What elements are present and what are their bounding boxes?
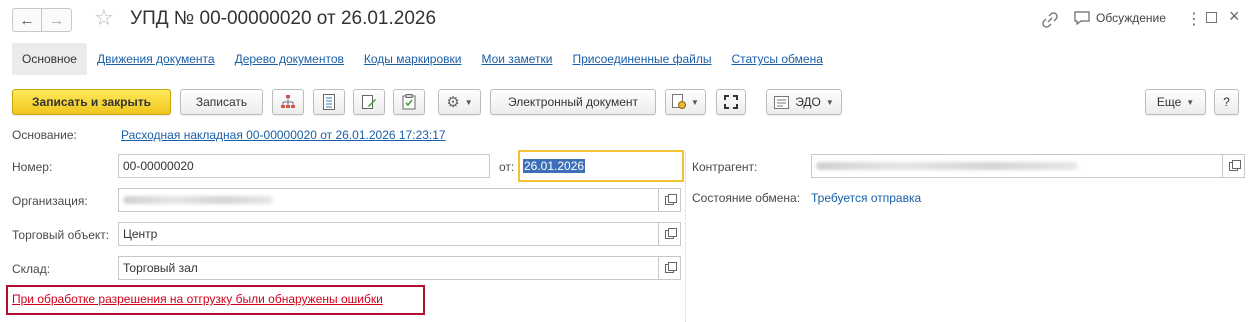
close-icon[interactable]: × <box>1229 6 1240 27</box>
save-and-close-button[interactable]: Записать и закрыть <box>12 89 171 115</box>
discussion-button[interactable]: Обсуждение <box>1074 11 1166 25</box>
open-counterparty-button[interactable] <box>1223 154 1245 178</box>
edo-label: ЭДО <box>795 95 821 109</box>
warehouse-field[interactable]: Торговый зал <box>118 256 659 280</box>
fullscreen-icon <box>724 95 738 109</box>
tab-document-movements[interactable]: Движения документа <box>87 43 225 75</box>
open-icon <box>665 193 677 205</box>
trade-object-field[interactable]: Центр <box>118 222 659 246</box>
document-list-icon <box>323 94 335 110</box>
trade-object-label: Торговый объект: <box>12 228 110 242</box>
column-divider <box>685 152 686 322</box>
basis-label: Основание: <box>12 128 77 142</box>
print-menu-button[interactable]: ▼ <box>665 89 706 115</box>
gear-icon: ⚙ <box>446 94 460 111</box>
clipboard-check-icon <box>402 94 416 110</box>
organization-field[interactable] <box>118 188 659 212</box>
sign-document-icon <box>362 95 376 109</box>
page-title: УПД № 00-00000020 от 26.01.2026 <box>130 8 437 29</box>
tab-marking-codes[interactable]: Коды маркировки <box>354 43 472 75</box>
fullscreen-button[interactable] <box>716 89 746 115</box>
edo-menu-button[interactable]: ЭДО ▼ <box>766 89 842 115</box>
tab-my-notes[interactable]: Мои заметки <box>471 43 562 75</box>
title-bar: ← → ☆ УПД № 00-00000020 от 26.01.2026 Об… <box>0 0 1252 40</box>
tab-attached-files[interactable]: Присоединенные файлы <box>562 43 721 75</box>
settings-menu-button[interactable]: ⚙ ▼ <box>438 89 481 115</box>
arrow-left-icon: ← <box>19 11 35 29</box>
number-label: Номер: <box>12 160 53 174</box>
sign-button[interactable] <box>353 89 385 115</box>
redacted-value <box>123 196 273 204</box>
basis-link[interactable]: Расходная накладная 00-00000020 от 26.01… <box>121 128 446 142</box>
open-warehouse-button[interactable] <box>659 256 681 280</box>
arrow-right-icon: → <box>49 11 64 29</box>
warehouse-label: Склад: <box>12 262 51 276</box>
tab-exchange-statuses[interactable]: Статусы обмена <box>721 43 832 75</box>
exchange-icon <box>774 95 790 109</box>
discussion-label: Обсуждение <box>1096 11 1166 25</box>
exchange-state-link[interactable]: Требуется отправка <box>811 191 921 205</box>
maximize-icon[interactable] <box>1206 12 1217 23</box>
electronic-document-button[interactable]: Электронный документ <box>490 89 656 115</box>
redacted-value <box>816 162 1078 170</box>
save-button[interactable]: Записать <box>180 89 263 115</box>
chevron-down-icon: ▼ <box>464 97 473 107</box>
more-label: Еще <box>1156 95 1182 109</box>
help-button[interactable]: ? <box>1214 89 1239 115</box>
form-tabs: Основное Движения документа Дерево докум… <box>12 43 833 75</box>
counterparty-label: Контрагент: <box>692 160 758 174</box>
document-gear-icon <box>672 94 687 109</box>
open-icon <box>665 261 677 273</box>
open-icon <box>665 227 677 239</box>
organization-label: Организация: <box>12 194 88 208</box>
star-icon[interactable]: ☆ <box>94 7 114 29</box>
chevron-down-icon: ▼ <box>691 97 699 107</box>
exchange-state-label: Состояние обмена: <box>692 191 801 205</box>
tab-document-tree[interactable]: Дерево документов <box>225 43 354 75</box>
hierarchy-icon <box>281 95 295 108</box>
chat-icon <box>1074 11 1090 25</box>
date-label: от: <box>499 160 515 174</box>
date-value: 26.01.2026 <box>523 159 586 173</box>
number-field[interactable]: 00-00000020 <box>118 154 490 178</box>
open-trade-object-button[interactable] <box>659 222 681 246</box>
shipment-error-link[interactable]: При обработке разрешения на отгрузку был… <box>12 292 383 306</box>
structure-button[interactable] <box>272 89 304 115</box>
open-icon <box>1229 159 1241 171</box>
date-field[interactable]: 26.01.2026 <box>518 150 684 182</box>
counterparty-field[interactable] <box>811 154 1223 178</box>
open-organization-button[interactable] <box>659 188 681 212</box>
more-menu-button[interactable]: Еще ▼ <box>1145 89 1206 115</box>
link-icon[interactable] <box>1040 10 1060 30</box>
forward-button[interactable]: → <box>42 8 72 32</box>
chevron-down-icon: ▼ <box>1186 97 1195 107</box>
tab-main[interactable]: Основное <box>12 43 87 75</box>
back-button[interactable]: ← <box>12 8 42 32</box>
list-button[interactable] <box>313 89 345 115</box>
more-vertical-icon[interactable]: ⋮ <box>1186 9 1202 29</box>
chevron-down-icon: ▼ <box>825 97 834 107</box>
clipboard-button[interactable] <box>393 89 425 115</box>
